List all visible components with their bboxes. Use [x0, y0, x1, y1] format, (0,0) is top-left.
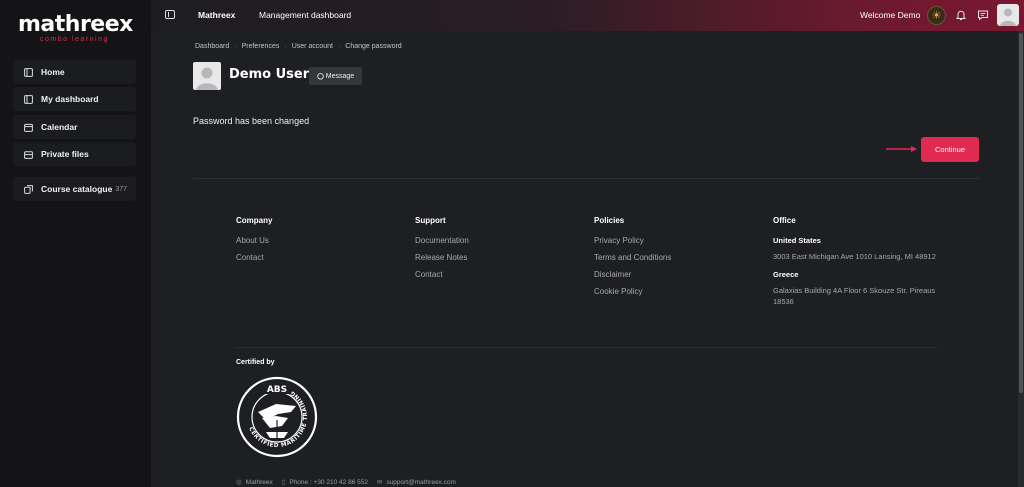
message-button-label: Message — [325, 72, 355, 80]
office-greece-address: Galaxias Building 4A Floor 6 Skouze Str.… — [773, 286, 936, 306]
sidebar-toggle-icon[interactable] — [165, 10, 175, 19]
chat-bubble-icon — [317, 72, 324, 79]
brand-logo[interactable]: mathreex combo learning — [18, 14, 138, 44]
footer-link-about-us[interactable]: About Us — [236, 236, 272, 245]
office-greece-label: Greece — [773, 270, 799, 279]
sidebar-item-my-dashboard[interactable]: My dashboard — [13, 87, 136, 111]
office-us-label: United States — [773, 236, 821, 245]
sidebar-item-label: Course catalogue — [41, 184, 113, 194]
footer-divider — [236, 347, 937, 348]
mail-icon: ✉ — [376, 479, 383, 486]
breadcrumb-dashboard[interactable]: Dashboard — [195, 43, 229, 50]
globe-icon: ◎ — [236, 479, 242, 486]
footer-policies-column: Policies Privacy Policy Terms and Condit… — [594, 216, 671, 304]
footer-phone-item[interactable]: ▯ Phone : +30 210 42 86 552 — [281, 478, 368, 487]
footer-bottom-bar: ◎ Mathreex ▯ Phone : +30 210 42 86 552 ✉ su… — [236, 478, 465, 487]
footer-link-contact[interactable]: Contact — [236, 253, 272, 262]
message-button[interactable]: Message — [309, 67, 362, 85]
breadcrumb: Dashboard · Preferences · User account · Ch… — [195, 43, 402, 50]
page-scrollbar[interactable] — [1018, 31, 1024, 487]
calendar-icon — [21, 123, 35, 132]
site-home-link[interactable]: Mathreex — [198, 10, 235, 20]
brand-name: mathreex — [18, 12, 133, 37]
messages-icon[interactable] — [977, 9, 989, 21]
sidebar-item-private-files[interactable]: Private files — [13, 142, 136, 166]
user-menu-avatar[interactable] — [997, 4, 1019, 26]
arrow-right-icon — [886, 146, 917, 152]
catalogue-icon — [21, 184, 35, 194]
management-dashboard-link[interactable]: Management dashboard — [259, 10, 351, 20]
office-us-address: 3003 East Michigan Ave 1010 Lansing, MI … — [773, 252, 936, 261]
sidebar-item-calendar[interactable]: Calendar — [13, 115, 136, 139]
sidebar-item-label: Private files — [41, 149, 89, 159]
certified-by-label: Certified by — [236, 359, 275, 366]
footer-link-documentation[interactable]: Documentation — [415, 236, 469, 245]
footer-site-label: Mathreex — [245, 478, 273, 486]
footer-link-support-contact[interactable]: Contact — [415, 270, 469, 279]
scrollbar-thumb[interactable] — [1019, 33, 1023, 393]
footer-company-column: Company About Us Contact — [236, 216, 272, 270]
footer-email-label: support@mathreex.com — [386, 478, 456, 486]
catalogue-count-badge: 377 — [115, 185, 127, 193]
badge-abs-text: ABS — [267, 385, 287, 395]
continue-button[interactable]: Continue — [921, 137, 979, 162]
sun-icon[interactable]: ☀ — [927, 6, 946, 25]
divider — [193, 178, 979, 179]
footer-office-column: Office United States 3003 East Michigan … — [773, 216, 938, 315]
footer-phone-label: Phone : +30 210 42 86 552 — [289, 478, 368, 486]
welcome-text: Welcome Demo — [860, 10, 921, 20]
footer-policies-title: Policies — [594, 216, 625, 225]
footer-link-terms[interactable]: Terms and Conditions — [594, 253, 671, 262]
password-changed-notice: Password has been changed — [193, 116, 310, 126]
abs-certification-badge: CERTIFIED MARITIME TRAINING ABS — [236, 376, 318, 458]
footer-support-column: Support Documentation Release Notes Cont… — [415, 216, 469, 287]
user-avatar — [193, 62, 221, 90]
footer-site-item[interactable]: ◎ Mathreex — [236, 478, 273, 487]
footer-email-item[interactable]: ✉ support@mathreex.com — [376, 478, 456, 487]
breadcrumb-preferences[interactable]: Preferences — [242, 43, 280, 50]
footer-company-title: Company — [236, 216, 273, 225]
breadcrumb-user-account[interactable]: User account — [292, 43, 333, 50]
files-icon — [21, 150, 35, 159]
footer-office-title: Office — [773, 216, 796, 225]
sidebar-item-label: My dashboard — [41, 94, 99, 104]
footer-link-release-notes[interactable]: Release Notes — [415, 253, 469, 262]
footer-support-title: Support — [415, 216, 446, 225]
phone-icon: ▯ — [281, 479, 286, 486]
footer-link-privacy-policy[interactable]: Privacy Policy — [594, 236, 671, 245]
user-name-heading: Demo User — [229, 67, 310, 82]
sidebar: mathreex combo learning Home My dashboar… — [0, 0, 151, 487]
sidebar-item-home[interactable]: Home — [13, 60, 136, 84]
sidebar-item-course-catalogue[interactable]: Course catalogue 377 — [13, 177, 136, 201]
dashboard-icon — [21, 94, 35, 104]
home-icon — [21, 67, 35, 77]
brand-tagline: combo learning — [40, 36, 109, 43]
sidebar-item-label: Calendar — [41, 122, 78, 132]
top-navbar: Mathreex Management dashboard Welcome De… — [151, 0, 1024, 31]
footer-link-cookie-policy[interactable]: Cookie Policy — [594, 287, 671, 296]
footer-link-disclaimer[interactable]: Disclaimer — [594, 270, 671, 279]
breadcrumb-change-password: Change password — [345, 43, 402, 50]
sidebar-item-label: Home — [41, 67, 65, 77]
notification-bell-icon[interactable] — [955, 9, 967, 21]
